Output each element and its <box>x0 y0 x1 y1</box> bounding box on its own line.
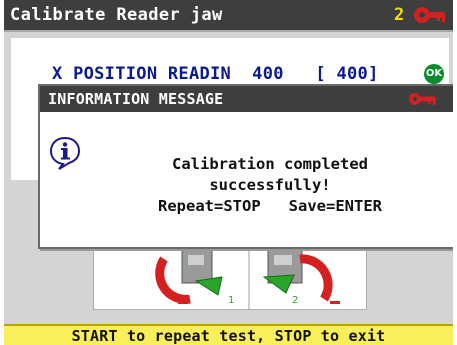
screen-title: Calibrate Reader jaw <box>10 5 223 25</box>
reading-reference: [ 400] <box>315 64 379 84</box>
status-text: START to repeat test, STOP to exit <box>71 327 386 345</box>
dialog-message: Calibration completed successfully! Repe… <box>110 154 430 217</box>
svg-text:2: 2 <box>292 295 298 306</box>
information-dialog: INFORMATION MESSAGE Calibration complete… <box>38 84 453 249</box>
x-position-reading: X POSITION READIN 400 [ 400] <box>52 64 379 84</box>
svg-text:1: 1 <box>228 295 234 306</box>
status-bar: START to repeat test, STOP to exit <box>4 324 453 345</box>
ok-badge: OK <box>424 64 444 84</box>
machine-screen: Calibrate Reader jaw 2 X POSITION READIN… <box>4 0 453 345</box>
message-line-3: Repeat=STOP Save=ENTER <box>158 197 382 215</box>
message-line-1: Calibration completed <box>172 155 368 173</box>
message-line-2: successfully! <box>209 176 331 194</box>
step-number: 2 <box>394 5 405 25</box>
reading-label: X POSITION READIN <box>52 64 232 84</box>
dialog-title-bar: INFORMATION MESSAGE <box>40 86 453 112</box>
info-icon <box>49 136 81 174</box>
reading-value: 400 <box>252 64 284 84</box>
keyline-logo-icon <box>408 92 438 110</box>
dialog-title: INFORMATION MESSAGE <box>48 90 224 108</box>
title-bar: Calibrate Reader jaw 2 <box>4 0 453 32</box>
keyline-logo-icon <box>413 6 447 29</box>
